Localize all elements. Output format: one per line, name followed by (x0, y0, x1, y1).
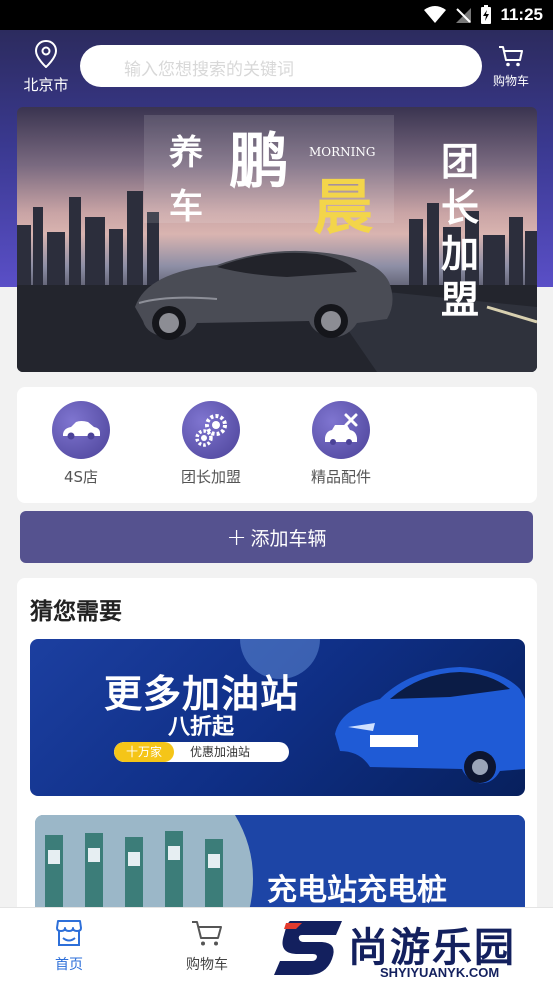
gears-icon (195, 414, 227, 447)
gas-card-pill-text: 优惠加油站 (190, 745, 251, 759)
banner-char-yang: 养 (169, 133, 203, 173)
tab-cart-label: 购物车 (186, 957, 228, 973)
watermark-en: SHYIYUANYK.COM (380, 965, 500, 980)
gas-card-pill: 十万家 优惠加油站 (114, 742, 289, 762)
search-input[interactable]: 输入您想搜索的关键词 (80, 45, 482, 87)
tab-home[interactable]: 首页 (29, 918, 109, 974)
cart-icon (499, 46, 523, 67)
quick-entry-label: 团长加盟 (180, 468, 241, 486)
no-signal-icon (456, 8, 472, 23)
recommend-section: 猜您需要 更多加油站 八折起 十万家 优惠加油站 充电站充电桩 (17, 578, 537, 918)
quick-entry-4s-store[interactable]: 4S店 (41, 401, 121, 487)
banner-char-che: 车 (169, 187, 203, 227)
watermark-logo: 尚游乐园 SHYIYUANYK.COM (270, 913, 553, 983)
car-icon (63, 421, 100, 440)
add-vehicle-button[interactable]: + 添加车辆 (20, 511, 533, 563)
plus-icon: + (226, 523, 247, 551)
gas-card-pill-count: 十万家 (114, 742, 174, 762)
quick-entry-accessories[interactable]: 精品配件 (301, 401, 381, 487)
banner-morning: MORNING (309, 145, 376, 159)
gas-card-sub: 八折起 (168, 714, 235, 740)
location-label: 北京市 (23, 76, 69, 94)
location-selector[interactable]: 北京市 (18, 39, 74, 95)
s-logo-icon (274, 921, 342, 975)
status-bar: 11:25 (0, 0, 553, 30)
tab-home-label: 首页 (55, 957, 83, 973)
store-icon (56, 920, 82, 946)
add-vehicle-label: 添加车辆 (250, 527, 327, 550)
search-placeholder: 输入您想搜索的关键词 (124, 60, 294, 80)
quick-entry-label: 精品配件 (310, 468, 371, 486)
wifi-icon (424, 6, 447, 23)
banner-vertical-4: 盟 (441, 277, 480, 322)
tab-cart[interactable]: 购物车 (167, 918, 247, 974)
quick-entry-label: 4S店 (63, 468, 99, 486)
quick-entry-panel: 4S店 团长加盟 精品配件 (17, 387, 537, 503)
header-cart-label: 购物车 (492, 74, 529, 88)
banner-brand-peng: 鹏 (229, 127, 289, 197)
header-cart-button[interactable]: 购物车 (488, 44, 534, 89)
cart-icon (192, 921, 222, 946)
gas-station-promo-card[interactable]: 更多加油站 八折起 十万家 优惠加油站 (30, 639, 525, 796)
charging-card-headline: 充电站充电桩 (267, 873, 447, 908)
quick-entry-team-join[interactable]: 团长加盟 (171, 401, 251, 487)
promo-banner[interactable]: 养 车 鹏 MORNING 晨 团 长 加 盟 (17, 107, 537, 372)
charging-station-promo-card[interactable]: 充电站充电桩 (35, 815, 525, 918)
location-pin-icon (34, 39, 58, 69)
recommend-title: 猜您需要 (30, 599, 122, 625)
car-repair-icon (325, 413, 358, 445)
status-time: 11:25 (500, 5, 543, 24)
banner-brand-chen: 晨 (313, 173, 373, 243)
battery-charging-icon (481, 5, 492, 24)
